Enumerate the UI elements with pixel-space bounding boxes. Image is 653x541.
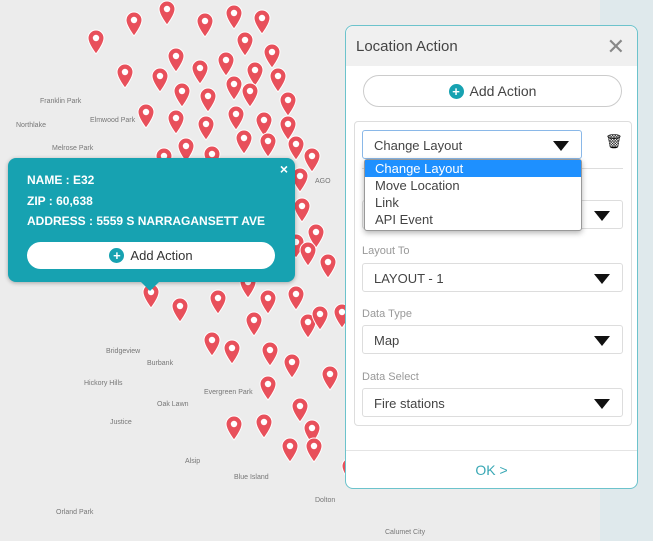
data-type-value: Map: [374, 333, 400, 348]
map-marker[interactable]: [305, 437, 323, 463]
map-marker[interactable]: [227, 105, 245, 131]
dropdown-arrow-icon: [594, 274, 610, 284]
option-api-event[interactable]: API Event: [365, 211, 581, 228]
place-label: Bridgeview: [106, 348, 141, 355]
map-marker[interactable]: [167, 109, 185, 135]
place-label: Burbank: [147, 360, 174, 367]
map-marker[interactable]: [287, 285, 305, 311]
place-label: Northlake: [16, 122, 46, 129]
dropdown-arrow-icon: [594, 336, 610, 346]
location-action-panel: Location Action ✕ + Add Action Change La…: [345, 25, 638, 489]
map-marker[interactable]: [236, 31, 254, 57]
map-marker[interactable]: [253, 9, 271, 35]
map-marker[interactable]: [196, 12, 214, 38]
popup-pointer: [141, 282, 159, 291]
layout-to-value: LAYOUT - 1: [374, 271, 444, 286]
map-marker[interactable]: [173, 82, 191, 108]
panel-header: Location Action ✕: [346, 26, 637, 66]
map-marker[interactable]: [225, 415, 243, 441]
data-select-label: Data Select: [362, 371, 419, 383]
map-marker[interactable]: [235, 129, 253, 155]
popup-add-action-button[interactable]: + Add Action: [27, 242, 275, 269]
map-marker[interactable]: [299, 241, 317, 267]
map-marker[interactable]: [203, 331, 221, 357]
place-label: Orland Park: [56, 509, 94, 516]
option-change-layout[interactable]: Change Layout: [365, 160, 581, 177]
map-marker[interactable]: [321, 365, 339, 391]
map-marker[interactable]: [259, 132, 277, 158]
place-label: Justice: [110, 419, 132, 426]
popup-name: NAME : E32: [27, 173, 95, 187]
map-marker[interactable]: [293, 197, 311, 223]
map-marker[interactable]: [311, 305, 329, 331]
map-marker[interactable]: [281, 437, 299, 463]
map-marker[interactable]: [261, 341, 279, 367]
place-label: AGO: [315, 178, 331, 185]
action-type-value: Change Layout: [374, 138, 463, 153]
option-move-location[interactable]: Move Location: [365, 177, 581, 194]
data-type-select[interactable]: Map: [362, 325, 623, 354]
map-marker[interactable]: [217, 51, 235, 77]
map-marker[interactable]: [255, 413, 273, 439]
popup-close-button[interactable]: ×: [280, 161, 288, 177]
map-marker[interactable]: [167, 47, 185, 73]
map-marker[interactable]: [116, 63, 134, 89]
place-label: Dolton: [315, 497, 336, 504]
data-type-label: Data Type: [362, 308, 412, 320]
place-label: Alsip: [185, 458, 201, 465]
layout-to-label: Layout To: [362, 245, 410, 257]
ok-button[interactable]: OK >: [346, 450, 637, 488]
place-label: Evergreen Park: [204, 389, 253, 396]
map-marker[interactable]: [209, 289, 227, 315]
map-marker[interactable]: [263, 43, 281, 69]
map-marker[interactable]: [137, 103, 155, 129]
map-marker[interactable]: [223, 339, 241, 365]
panel-title: Location Action: [356, 38, 458, 55]
place-label: Elmwood Park: [90, 117, 136, 124]
option-link[interactable]: Link: [365, 194, 581, 211]
map-marker[interactable]: [283, 353, 301, 379]
add-action-label: Add Action: [130, 248, 193, 263]
popup-zip: ZIP : 60,638: [27, 194, 93, 208]
place-label: Franklin Park: [40, 98, 82, 105]
place-label: Melrose Park: [52, 145, 94, 152]
place-label: Oak Lawn: [157, 401, 189, 408]
popup-address: ADDRESS : 5559 S NARRAGANSETT AVE: [27, 214, 266, 228]
map-marker[interactable]: [191, 59, 209, 85]
plus-icon: +: [109, 248, 125, 263]
plus-icon: +: [448, 83, 464, 99]
data-select-value: Fire stations: [374, 396, 445, 411]
place-label: Hickory Hills: [84, 380, 123, 387]
map-marker[interactable]: [125, 11, 143, 37]
place-label: Calumet City: [385, 529, 426, 536]
dropdown-arrow-icon: [553, 141, 569, 151]
map-marker[interactable]: [197, 115, 215, 141]
action-type-select[interactable]: Change Layout: [362, 130, 582, 159]
place-label: Blue Island: [234, 474, 269, 481]
action-type-options: Change Layout Move Location Link API Eve…: [364, 159, 582, 231]
map-marker[interactable]: [87, 29, 105, 55]
map-marker[interactable]: [245, 311, 263, 337]
map-marker[interactable]: [158, 0, 176, 26]
map-marker[interactable]: [199, 87, 217, 113]
add-action-button[interactable]: + Add Action: [363, 75, 622, 107]
data-select-select[interactable]: Fire stations: [362, 388, 623, 417]
map-marker[interactable]: [279, 91, 297, 117]
trash-icon[interactable]: 🗑: [605, 133, 623, 150]
dropdown-arrow-icon: [594, 399, 610, 409]
layout-to-select[interactable]: LAYOUT - 1: [362, 263, 623, 292]
add-action-label: Add Action: [469, 83, 537, 99]
close-icon[interactable]: ✕: [607, 34, 625, 60]
map-marker[interactable]: [259, 375, 277, 401]
map-marker[interactable]: [319, 253, 337, 279]
dropdown-arrow-icon: [594, 211, 610, 221]
location-popup: × NAME : E32 ZIP : 60,638 ADDRESS : 5559…: [8, 158, 295, 291]
map-marker[interactable]: [171, 297, 189, 323]
map-marker[interactable]: [225, 4, 243, 30]
map-marker[interactable]: [269, 67, 287, 93]
